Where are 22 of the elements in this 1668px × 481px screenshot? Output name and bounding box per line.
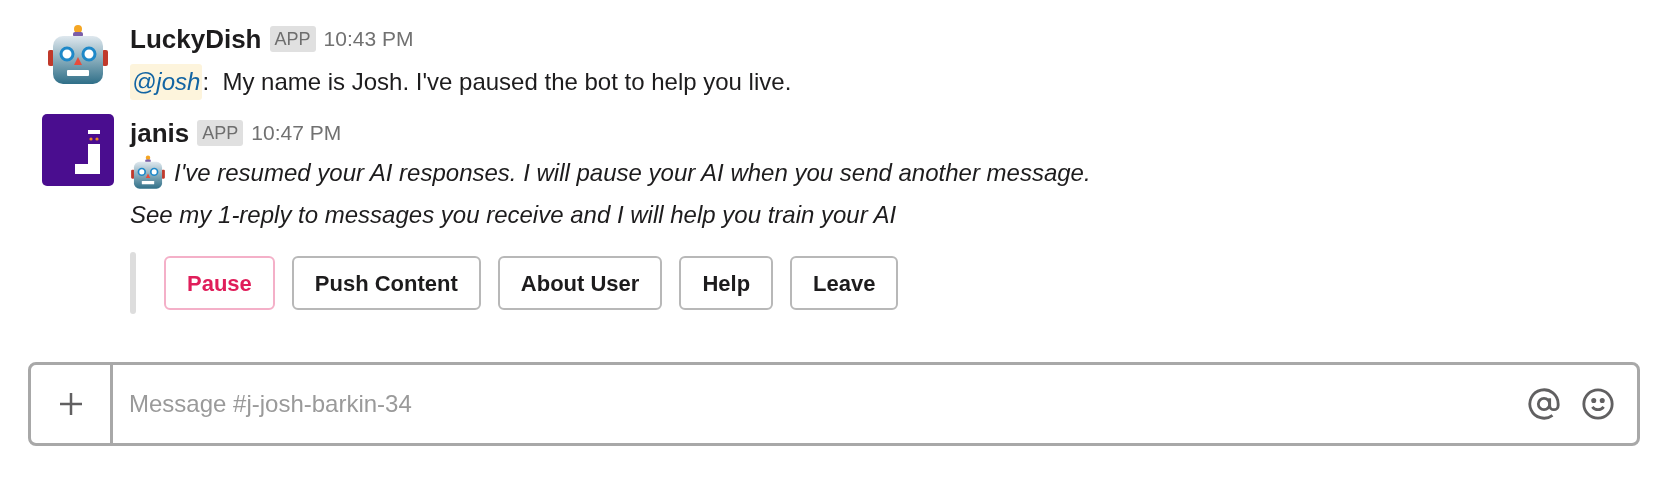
message-text: I've resumed your AI responses. I will pause your AI when you send another message.	[174, 158, 1091, 188]
app-tag: APP	[269, 26, 316, 52]
action-button[interactable]: Pause	[164, 256, 275, 310]
mention-icon[interactable]	[1527, 387, 1561, 421]
message-input[interactable]: Message #j-josh-barkin-34	[113, 365, 1527, 443]
action-button[interactable]: Push Content	[291, 256, 481, 310]
author-name[interactable]: janis	[130, 113, 190, 153]
action-button[interactable]: About User	[497, 256, 663, 310]
timestamp[interactable]: 10:43 PM	[323, 23, 414, 55]
message-text: See my 1-reply to messages you receive and I will help you train your AI	[130, 200, 897, 230]
plus-icon	[57, 391, 84, 417]
action-button[interactable]: Help	[679, 256, 774, 310]
message-composer[interactable]: Message #j-josh-barkin-34	[28, 362, 1640, 446]
emoji-icon[interactable]	[1581, 387, 1615, 421]
author-name[interactable]: LuckyDish	[130, 19, 262, 59]
user-mention[interactable]: @josh	[130, 64, 203, 100]
robot-icon	[130, 155, 166, 191]
avatar-icon	[42, 114, 114, 186]
message-text: : My name is Josh. I've paused the bot to help you live.	[202, 67, 792, 97]
timestamp[interactable]: 10:47 PM	[251, 117, 342, 149]
action-button[interactable]: Leave	[790, 256, 899, 310]
app-tag: APP	[197, 120, 244, 146]
